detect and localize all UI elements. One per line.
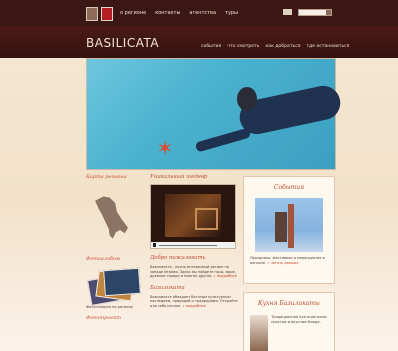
events-image[interactable] bbox=[255, 198, 323, 252]
cuisine-text: Традиционная кухня региона: простые и вк… bbox=[271, 315, 328, 324]
event-figure bbox=[275, 212, 287, 242]
page: о регионе контакты агентства туры BASILI… bbox=[0, 0, 398, 351]
video-thumbnail bbox=[165, 194, 221, 237]
main-nav: события что смотреть как добраться где о… bbox=[201, 44, 349, 49]
basilicata-text: Базиликата обладает богатым культурным н… bbox=[150, 295, 240, 309]
site-title: BASILICATA bbox=[86, 36, 160, 50]
italy-map[interactable] bbox=[86, 186, 138, 250]
main-nav-item-how-to-get[interactable]: как добраться bbox=[266, 44, 301, 49]
photo-3 bbox=[103, 267, 141, 297]
top-nav: о регионе контакты агентства туры bbox=[120, 10, 238, 16]
hero-image: ✶ bbox=[86, 58, 344, 170]
map-title: Карта региона bbox=[86, 174, 127, 180]
play-icon[interactable] bbox=[153, 243, 156, 247]
cuisine-content: Традиционная кухня региона: простые и вк… bbox=[250, 315, 328, 351]
main-nav-item-stay[interactable]: где остановиться bbox=[307, 44, 350, 49]
starfish-icon: ✶ bbox=[156, 136, 174, 160]
cuisine-box: Кухня Базиликаты Традиционная кухня реги… bbox=[243, 292, 335, 351]
left-column: Карта региона Фотоальбом Фотогалерея по … bbox=[86, 174, 142, 327]
photoalbum-title: Фотоальбом bbox=[86, 256, 121, 262]
map-section: Карта региона bbox=[86, 174, 142, 250]
main-nav-item-sights[interactable]: что смотреть bbox=[227, 44, 259, 49]
event-pole bbox=[288, 204, 294, 248]
italy-map-shape bbox=[95, 196, 128, 239]
diver-head bbox=[237, 87, 257, 111]
photoproject-section: Фотопроект bbox=[86, 315, 142, 321]
logo-icon[interactable] bbox=[86, 7, 98, 21]
video-player[interactable] bbox=[150, 184, 236, 249]
events-more-link[interactable]: » читать дальше bbox=[267, 261, 298, 265]
events-text-block: Праздники, фестивали и мероприятия в рег… bbox=[244, 252, 334, 265]
cuisine-image[interactable] bbox=[250, 315, 269, 351]
video-progress[interactable] bbox=[159, 245, 217, 246]
basilicata-more-link[interactable]: » подробнее bbox=[183, 304, 206, 308]
center-column: Уникальный шедевр Добро пожаловать Базил… bbox=[150, 174, 240, 308]
mail-icon[interactable] bbox=[283, 9, 292, 15]
top-nav-item-tours[interactable]: туры bbox=[225, 10, 238, 16]
top-nav-item-agencies[interactable]: агентства bbox=[189, 10, 216, 16]
window-frame-icon bbox=[195, 208, 218, 230]
video-title: Уникальный шедевр bbox=[150, 174, 208, 180]
welcome-text: Базиликата - очень интересный регион на … bbox=[150, 265, 240, 279]
photoproject-title: Фотопроект bbox=[86, 315, 122, 322]
photo-stack[interactable] bbox=[86, 267, 141, 306]
video-controls[interactable] bbox=[151, 242, 235, 248]
top-nav-item-contacts[interactable]: контакты bbox=[155, 10, 180, 16]
search-button[interactable] bbox=[326, 10, 331, 15]
diver-arm bbox=[194, 127, 252, 153]
events-box: События Праздники, фестивали и мероприят… bbox=[243, 176, 335, 284]
right-column: События Праздники, фестивали и мероприят… bbox=[243, 176, 335, 351]
top-navigation-bar: о регионе контакты агентства туры bbox=[0, 0, 398, 26]
header-band bbox=[0, 26, 398, 58]
basilicata-title: Базиликата bbox=[150, 284, 185, 291]
welcome-title: Добро пожаловать bbox=[150, 255, 206, 261]
language-flag-icon[interactable] bbox=[101, 7, 113, 21]
events-title: События bbox=[273, 184, 305, 191]
photoalbum-section: Фотоальбом Фотогалерея по региону bbox=[86, 256, 142, 309]
cuisine-title: Кухня Базиликаты bbox=[258, 300, 320, 307]
welcome-more-link[interactable]: » подробнее bbox=[214, 274, 237, 278]
main-nav-item-events[interactable]: события bbox=[201, 44, 221, 49]
photoalbum-caption: Фотогалерея по региону bbox=[86, 305, 134, 309]
top-nav-item-about[interactable]: о регионе bbox=[120, 10, 146, 16]
